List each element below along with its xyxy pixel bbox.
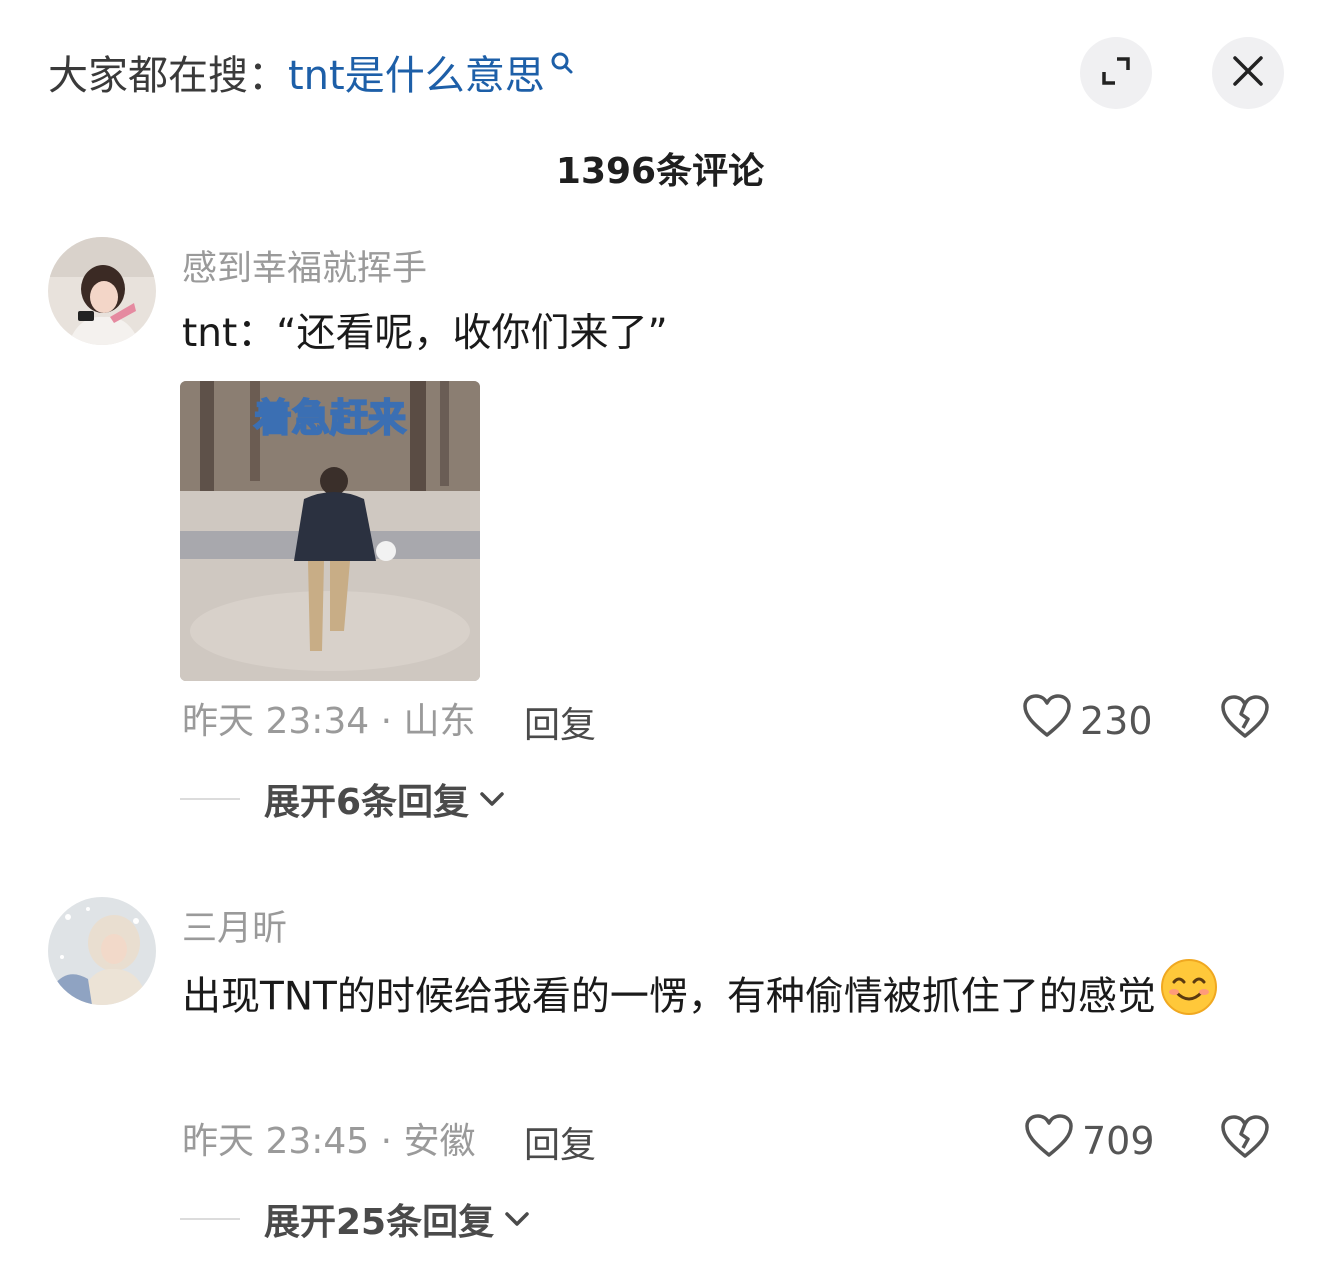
comment-count: 1396条评论 [555,151,765,192]
chevron-down-icon [479,790,505,812]
close-button[interactable] [1212,37,1284,109]
heart-icon [1024,1113,1074,1168]
expand-replies-label: 展开6条回复 [264,782,470,823]
comment-text: tnt：“还看呢，收你们来了” [182,311,668,356]
like-count: 709 [1082,1118,1155,1163]
reply-button[interactable]: 回复 [524,696,596,748]
like-button[interactable]: 709 [1024,1113,1155,1168]
chevron-down-icon [504,1210,530,1232]
trending-search[interactable]: 大家都在搜： tnt是什么意思 [48,40,575,104]
avatar[interactable] [48,237,156,345]
broken-heart-icon [1220,1115,1270,1164]
comment-meta: 昨天 23:34 · 山东 [182,701,476,742]
trending-search-prefix: 大家都在搜： [48,53,288,99]
like-button[interactable]: 230 [1022,693,1153,748]
meme-caption: 着急赶来 [254,396,406,440]
expand-replies[interactable]: 展开6条回复 [180,774,505,824]
expand-icon [1098,53,1134,93]
heart-icon [1022,693,1072,748]
dislike-button[interactable] [1220,694,1270,744]
reply-button[interactable]: 回复 [524,1116,596,1168]
divider [180,798,240,800]
expand-replies[interactable]: 展开25条回复 [180,1194,530,1244]
comments-panel: 大家都在搜： tnt是什么意思 1396条评论 感到幸福就挥手 tnt：“还看呢… [0,0,1320,1267]
divider [180,1218,240,1220]
expand-button[interactable] [1080,37,1152,109]
comment-text-body: 出现TNT的时候给我看的一愣，有种偷情被抓住了的感觉 [182,974,1156,1020]
comment-image[interactable]: 着急赶来 [180,381,480,681]
smiling-face-icon [1160,958,1218,1040]
search-icon [549,40,575,86]
close-icon [1230,53,1266,93]
comment-text: 出现TNT的时候给我看的一愣，有种偷情被抓住了的感觉 [182,958,1262,1040]
expand-replies-label: 展开25条回复 [264,1202,495,1243]
trending-search-term[interactable]: tnt是什么意思 [288,43,545,101]
like-count: 230 [1080,698,1153,743]
broken-heart-icon [1220,695,1270,744]
comment-username[interactable]: 三月昕 [182,900,287,951]
avatar[interactable] [48,897,156,1005]
comment-username[interactable]: 感到幸福就挥手 [182,240,427,291]
comment-meta: 昨天 23:45 · 安徽 [182,1121,476,1162]
dislike-button[interactable] [1220,1114,1270,1164]
